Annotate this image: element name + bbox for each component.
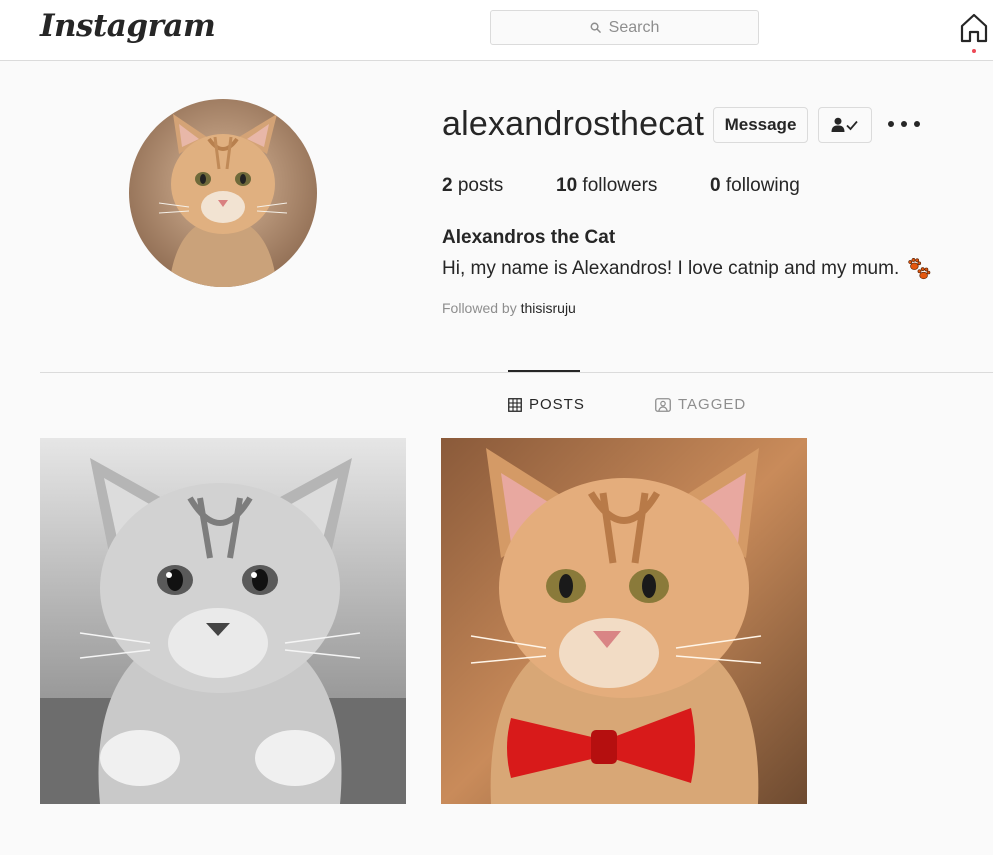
profile-username: alexandrosthecat <box>442 105 705 143</box>
following-status-button[interactable] <box>818 107 872 143</box>
paw-prints-icon <box>907 257 931 281</box>
search-icon <box>590 22 601 33</box>
followers-link[interactable]: 10 followers <box>556 175 657 197</box>
instagram-logo[interactable]: Instagram <box>40 8 216 44</box>
top-navigation-bar: Instagram Search <box>0 0 993 61</box>
home-icon[interactable] <box>959 13 989 43</box>
search-input[interactable]: Search <box>490 10 759 45</box>
profile-avatar[interactable] <box>129 99 317 287</box>
followed-by-user-link[interactable]: thisisruju <box>521 300 576 316</box>
user-check-icon <box>831 117 859 133</box>
tab-posts[interactable]: POSTS <box>508 396 585 413</box>
message-button[interactable]: Message <box>713 107 808 143</box>
posts-count[interactable]: 2 posts <box>442 175 503 197</box>
more-options-icon[interactable] <box>888 116 920 132</box>
profile-bio: Hi, my name is Alexandros! I love catnip… <box>442 257 931 281</box>
post-thumbnail-cat-bow-tie[interactable] <box>441 438 807 804</box>
following-link[interactable]: 0 following <box>710 175 800 197</box>
followed-by-text: Followed by thisisruju <box>442 300 576 316</box>
post-thumbnail-grey-kitten[interactable] <box>40 438 406 804</box>
bio-text: Hi, my name is Alexandros! I love catnip… <box>442 258 900 279</box>
search-placeholder: Search <box>608 18 660 36</box>
tagged-person-icon <box>655 397 671 412</box>
grid-icon <box>508 397 522 412</box>
tab-tagged-label: TAGGED <box>678 396 747 413</box>
profile-full-name: Alexandros the Cat <box>442 227 616 248</box>
profile-divider <box>40 372 993 373</box>
tab-posts-label: POSTS <box>529 396 585 413</box>
tab-tagged[interactable]: TAGGED <box>655 396 746 413</box>
active-tab-indicator <box>508 370 580 372</box>
notification-dot <box>972 49 976 53</box>
